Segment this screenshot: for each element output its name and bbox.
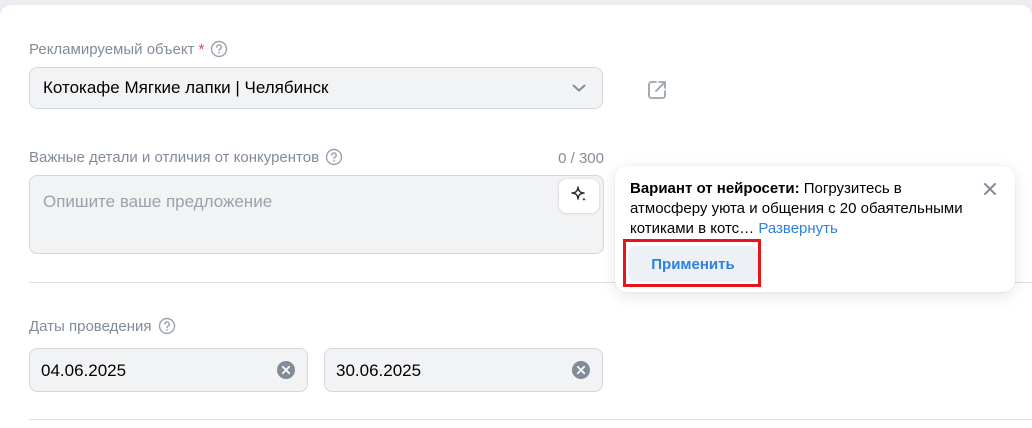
- question-circle-icon[interactable]: [325, 148, 343, 166]
- details-placeholder: Опишите ваше предложение: [43, 192, 273, 211]
- question-circle-icon[interactable]: [158, 317, 176, 335]
- close-icon[interactable]: [979, 178, 1001, 200]
- ai-suggestion-popover: Вариант от нейросети: Погрузитесь в атмо…: [615, 166, 1015, 292]
- external-link-icon[interactable]: [644, 77, 670, 103]
- expand-link[interactable]: Развернуть: [758, 220, 838, 237]
- details-label: Важные детали и отличия от конкурентов: [29, 148, 343, 166]
- apply-button[interactable]: Применить: [628, 246, 758, 282]
- details-label-text: Важные детали и отличия от конкурентов: [29, 148, 320, 166]
- ai-generate-button[interactable]: [559, 179, 599, 213]
- ad-object-label-text: Рекламируемый объект: [29, 40, 195, 58]
- clear-circle-icon[interactable]: [571, 360, 591, 380]
- end-date-field[interactable]: 30.06.2025: [324, 348, 603, 392]
- start-date-field[interactable]: 04.06.2025: [29, 348, 308, 392]
- ai-suggestion-text: Вариант от нейросети: Погрузитесь в атмо…: [630, 179, 970, 239]
- sparkle-icon: [569, 184, 589, 209]
- ad-object-select[interactable]: Котокафе Мягкие лапки | Челябинск: [29, 67, 603, 109]
- end-date-value: 30.06.2025: [336, 361, 422, 380]
- dates-label-text: Даты проведения: [29, 317, 152, 335]
- clear-circle-icon[interactable]: [276, 360, 296, 380]
- dates-label: Даты проведения: [29, 317, 176, 335]
- details-textarea[interactable]: Опишите ваше предложение: [29, 175, 604, 254]
- ai-suggestion-prefix: Вариант от нейросети:: [630, 180, 800, 197]
- ad-object-selected-value: Котокафе Мягкие лапки | Челябинск: [43, 78, 329, 97]
- start-date-value: 04.06.2025: [41, 361, 127, 380]
- required-mark: *: [198, 40, 205, 58]
- chevron-down-icon: [569, 78, 589, 98]
- section-divider: [29, 419, 1032, 420]
- ad-object-label: Рекламируемый объект *: [29, 40, 228, 58]
- details-char-counter: 0 / 300: [558, 150, 604, 167]
- question-circle-icon[interactable]: [210, 40, 228, 58]
